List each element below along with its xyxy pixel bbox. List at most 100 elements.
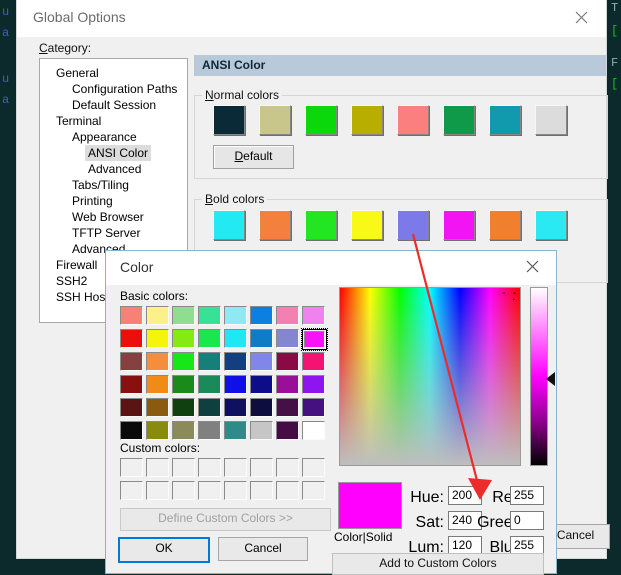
custom-color-slot-15[interactable] — [302, 481, 325, 500]
tree-item-terminal[interactable]: ⌄Terminal — [40, 113, 187, 129]
custom-color-slot-13[interactable] — [250, 481, 273, 500]
tree-item-general[interactable]: ⌄General — [40, 65, 187, 81]
basic-color-swatch-4[interactable] — [224, 306, 249, 327]
basic-color-swatch-30[interactable] — [276, 375, 301, 396]
luminance-slider-arrow[interactable] — [546, 372, 555, 386]
bold-color-swatch-6[interactable] — [489, 210, 521, 240]
basic-color-swatch-19[interactable] — [198, 352, 223, 373]
basic-color-swatch-33[interactable] — [146, 398, 171, 419]
basic-color-swatch-32[interactable] — [120, 398, 145, 419]
basic-color-swatch-40[interactable] — [120, 421, 145, 442]
normal-color-swatch-6[interactable] — [489, 105, 521, 135]
basic-color-swatch-38[interactable] — [276, 398, 301, 419]
normal-color-swatch-1[interactable] — [259, 105, 291, 135]
basic-color-swatch-12[interactable] — [224, 329, 249, 350]
basic-color-swatch-44[interactable] — [224, 421, 249, 442]
basic-color-swatch-29[interactable] — [250, 375, 275, 396]
basic-color-swatch-9[interactable] — [146, 329, 171, 350]
basic-color-swatch-42[interactable] — [172, 421, 197, 442]
green-input[interactable]: 0 — [510, 511, 544, 530]
bold-color-swatch-4[interactable] — [397, 210, 429, 240]
normal-colors-swatch-row[interactable] — [213, 105, 567, 135]
custom-colors-grid[interactable] — [120, 458, 327, 502]
tree-item-advanced[interactable]: Advanced — [40, 161, 187, 177]
cancel-button[interactable]: Cancel — [218, 537, 308, 561]
bold-color-swatch-1[interactable] — [259, 210, 291, 240]
basic-color-swatch-34[interactable] — [172, 398, 197, 419]
basic-color-swatch-17[interactable] — [146, 352, 171, 373]
basic-color-swatch-24[interactable] — [120, 375, 145, 396]
bold-color-swatch-7[interactable] — [535, 210, 567, 240]
custom-color-slot-6[interactable] — [276, 458, 299, 477]
normal-color-swatch-7[interactable] — [535, 105, 567, 135]
bold-colors-swatch-row[interactable] — [213, 210, 567, 240]
bold-color-swatch-3[interactable] — [351, 210, 383, 240]
normal-color-swatch-4[interactable] — [397, 105, 429, 135]
tree-item-appearance[interactable]: ⌄Appearance — [40, 129, 187, 145]
custom-color-slot-2[interactable] — [172, 458, 195, 477]
basic-color-swatch-15[interactable] — [301, 328, 328, 351]
tree-item-default-session[interactable]: Default Session — [40, 97, 187, 113]
basic-color-swatch-1[interactable] — [146, 306, 171, 327]
custom-color-slot-12[interactable] — [224, 481, 247, 500]
custom-color-slot-1[interactable] — [146, 458, 169, 477]
normal-color-swatch-0[interactable] — [213, 105, 245, 135]
custom-color-slot-9[interactable] — [146, 481, 169, 500]
basic-color-swatch-10[interactable] — [172, 329, 197, 350]
custom-color-slot-10[interactable] — [172, 481, 195, 500]
ok-button[interactable]: OK — [118, 537, 210, 563]
basic-color-swatch-46[interactable] — [276, 421, 301, 442]
custom-color-slot-0[interactable] — [120, 458, 143, 477]
basic-color-swatch-5[interactable] — [250, 306, 275, 327]
basic-color-swatch-0[interactable] — [120, 306, 145, 327]
basic-color-swatch-45[interactable] — [250, 421, 275, 442]
basic-color-swatch-11[interactable] — [198, 329, 223, 350]
red-input[interactable]: 255 — [510, 486, 544, 505]
basic-color-swatch-37[interactable] — [250, 398, 275, 419]
tree-item-web-browser[interactable]: Web Browser — [40, 209, 187, 225]
close-icon[interactable] — [516, 254, 548, 280]
tree-item-printing[interactable]: Printing — [40, 193, 187, 209]
basic-color-swatch-25[interactable] — [146, 375, 171, 396]
basic-color-swatch-23[interactable] — [302, 352, 327, 373]
bold-color-swatch-5[interactable] — [443, 210, 475, 240]
bold-color-swatch-0[interactable] — [213, 210, 245, 240]
custom-color-slot-8[interactable] — [120, 481, 143, 500]
close-icon[interactable] — [564, 4, 598, 32]
basic-color-swatch-28[interactable] — [224, 375, 249, 396]
basic-color-swatch-8[interactable] — [120, 329, 145, 350]
basic-color-swatch-3[interactable] — [198, 306, 223, 327]
basic-color-swatch-35[interactable] — [198, 398, 223, 419]
basic-color-swatch-2[interactable] — [172, 306, 197, 327]
basic-color-swatch-13[interactable] — [250, 329, 275, 350]
basic-color-swatch-16[interactable] — [120, 352, 145, 373]
basic-color-swatch-41[interactable] — [146, 421, 171, 442]
custom-color-slot-14[interactable] — [276, 481, 299, 500]
tree-item-tftp-server[interactable]: TFTP Server — [40, 225, 187, 241]
custom-color-slot-7[interactable] — [302, 458, 325, 477]
basic-color-swatch-27[interactable] — [198, 375, 223, 396]
basic-color-swatch-18[interactable] — [172, 352, 197, 373]
normal-color-swatch-3[interactable] — [351, 105, 383, 135]
custom-color-slot-11[interactable] — [198, 481, 221, 500]
saturation-value-field[interactable] — [339, 287, 521, 466]
tree-item-ansi-color[interactable]: ANSI Color — [40, 145, 187, 161]
basic-color-swatch-47[interactable] — [302, 421, 327, 442]
basic-color-swatch-31[interactable] — [302, 375, 327, 396]
tree-item-tabs-tiling[interactable]: Tabs/Tiling — [40, 177, 187, 193]
bold-color-swatch-2[interactable] — [305, 210, 337, 240]
basic-color-swatch-39[interactable] — [302, 398, 327, 419]
tree-item-configuration-paths[interactable]: Configuration Paths — [40, 81, 187, 97]
normal-color-swatch-2[interactable] — [305, 105, 337, 135]
normal-color-swatch-5[interactable] — [443, 105, 475, 135]
basic-color-swatch-21[interactable] — [250, 352, 275, 373]
custom-color-slot-3[interactable] — [198, 458, 221, 477]
basic-color-swatch-7[interactable] — [302, 306, 327, 327]
basic-color-swatch-20[interactable] — [224, 352, 249, 373]
basic-color-swatch-14[interactable] — [276, 329, 301, 350]
basic-color-swatch-26[interactable] — [172, 375, 197, 396]
basic-color-swatch-22[interactable] — [276, 352, 301, 373]
basic-color-swatch-6[interactable] — [276, 306, 301, 327]
basic-colors-grid[interactable] — [120, 306, 328, 442]
basic-color-swatch-43[interactable] — [198, 421, 223, 442]
